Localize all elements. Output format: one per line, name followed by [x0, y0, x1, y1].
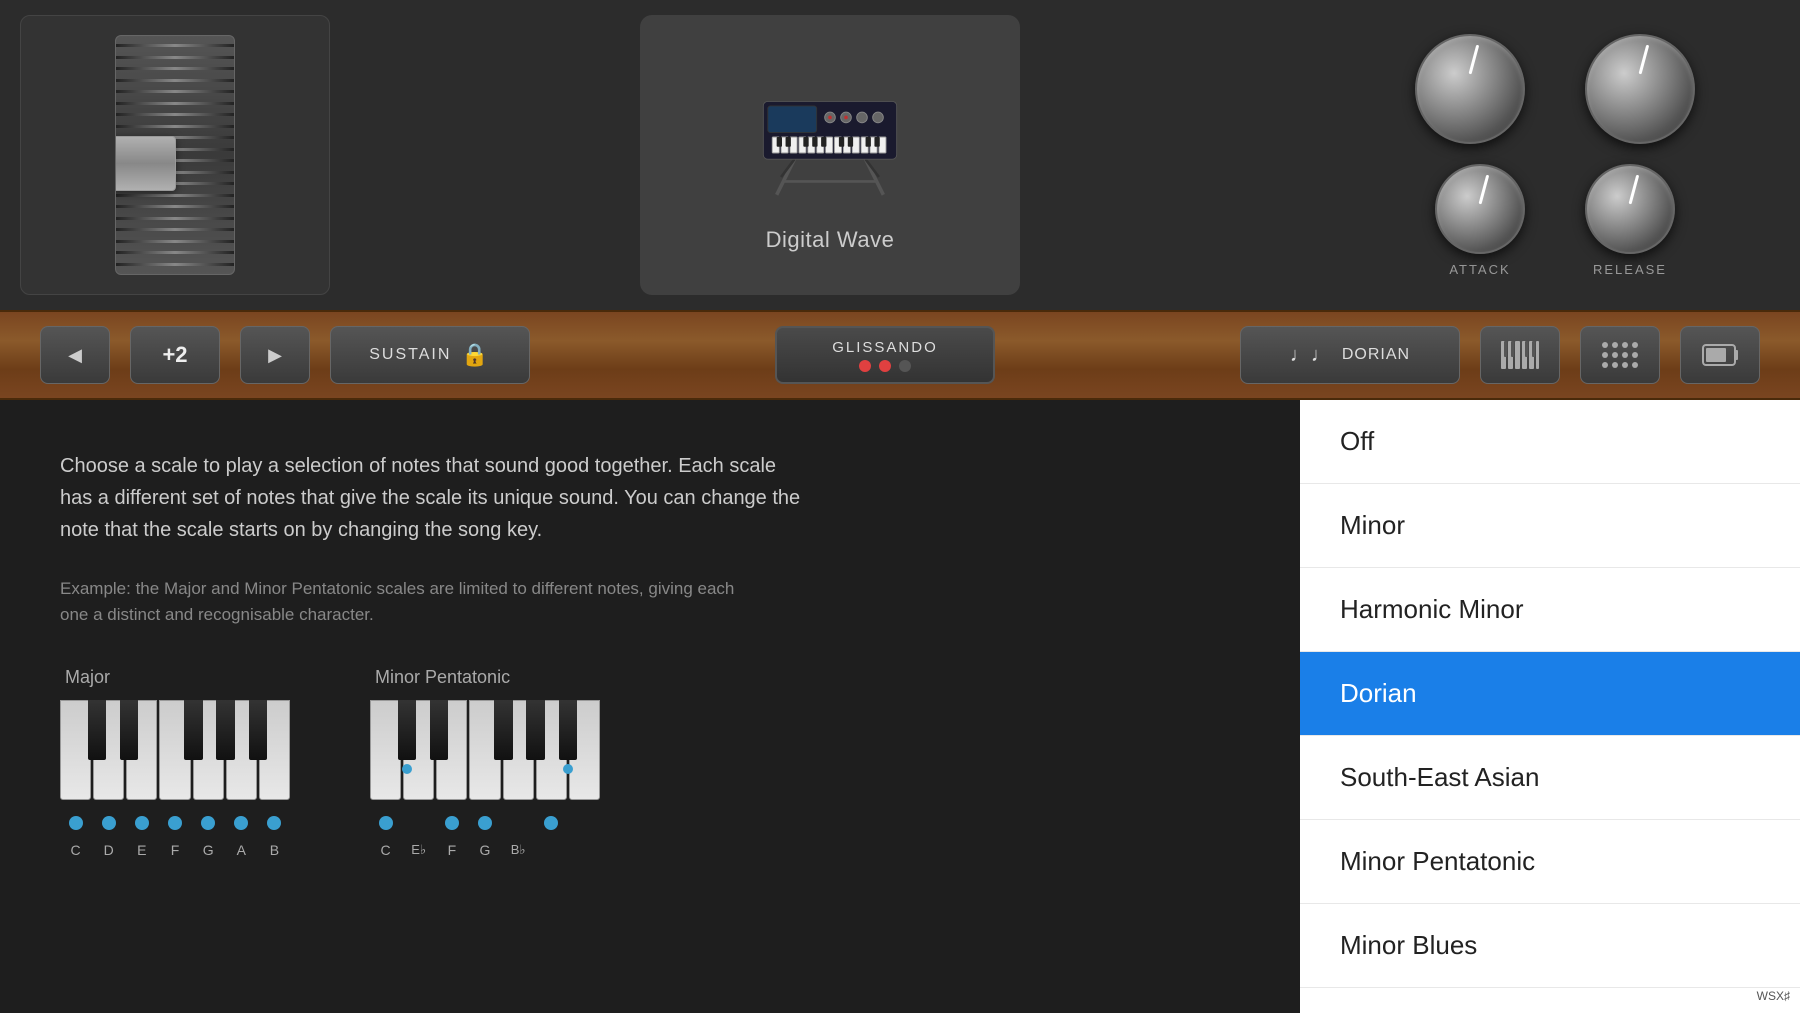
example-text: Example: the Major and Minor Pentatonic …: [60, 576, 760, 627]
attack-knob[interactable]: [1415, 34, 1525, 144]
top-section: Digital Wave ATTACK RELEASE: [0, 0, 1800, 310]
watermark: WSX♯: [1757, 989, 1790, 1003]
picker-item-dorian[interactable]: Dorian: [1300, 652, 1800, 736]
major-dots: [60, 816, 290, 830]
dot-red-2: [879, 360, 891, 372]
release-knob[interactable]: [1585, 34, 1695, 144]
dot-dark: [899, 360, 911, 372]
left-slider-area: [20, 15, 330, 295]
piano-grid-icon: [1500, 340, 1540, 370]
music-icon: ♩♩: [1290, 344, 1332, 367]
major-label: Major: [65, 667, 110, 688]
wood-toolbar: ◀ +2 ▶ SUSTAIN 🔒 GLISSANDO ♩♩ DORIAN: [0, 310, 1800, 400]
piano-grid-button[interactable]: [1480, 326, 1560, 384]
step-button[interactable]: +2: [130, 326, 220, 384]
battery-icon: [1702, 340, 1738, 370]
minor-pentatonic-piano: [370, 700, 600, 800]
glissando-label: GLISSANDO: [832, 339, 938, 356]
lock-icon: 🔒: [461, 342, 490, 368]
major-piano: [60, 700, 290, 800]
scale-button[interactable]: ♩♩ DORIAN: [1240, 326, 1460, 384]
minor-pentatonic-dots: [370, 816, 600, 830]
picker-item-harmonic-minor[interactable]: Harmonic Minor: [1300, 568, 1800, 652]
picker-item-minor-pentatonic[interactable]: Minor Pentatonic: [1300, 820, 1800, 904]
attack-knob2-container: ATTACK: [1435, 164, 1525, 277]
release-label: RELEASE: [1593, 262, 1667, 277]
release-knob-container: [1585, 34, 1695, 144]
picker-item-minor-blues[interactable]: Minor Blues: [1300, 904, 1800, 988]
minor-pentatonic-note-labels: C E♭ F G B♭: [370, 842, 600, 858]
picker-item-south-east-asian[interactable]: South-East Asian: [1300, 736, 1800, 820]
dot-red-1: [859, 360, 871, 372]
picker-item-japanese[interactable]: Japanese: [1300, 988, 1800, 1013]
instrument-display: Digital Wave: [640, 15, 1020, 295]
bottom-section: Choose a scale to play a selection of no…: [0, 400, 1800, 1013]
picker-item-off[interactable]: Off: [1300, 400, 1800, 484]
major-diagram: Major: [60, 667, 290, 858]
prev-button[interactable]: ◀: [40, 326, 110, 384]
scale-label: DORIAN: [1342, 346, 1410, 364]
glissando-dots: [859, 360, 911, 372]
pitch-slider[interactable]: [115, 35, 235, 275]
instrument-image: [750, 57, 910, 217]
scale-picker[interactable]: Off Minor Harmonic Minor Dorian South-Ea…: [1300, 400, 1800, 1013]
sustain-label: SUSTAIN: [369, 346, 451, 364]
attack-label: ATTACK: [1449, 262, 1510, 277]
instrument-name: Digital Wave: [766, 227, 895, 253]
attack-knob2[interactable]: [1435, 164, 1525, 254]
release-knob2[interactable]: [1585, 164, 1675, 254]
description-text: Choose a scale to play a selection of no…: [60, 450, 810, 546]
dots-pattern-button[interactable]: [1580, 326, 1660, 384]
minor-pentatonic-label: Minor Pentatonic: [375, 667, 510, 688]
minor-pentatonic-diagram: Minor Pentatonic: [370, 667, 600, 858]
release-knob2-container: RELEASE: [1585, 164, 1675, 277]
settings-button[interactable]: [1680, 326, 1760, 384]
next-icon: ▶: [268, 345, 282, 366]
step-label: +2: [162, 342, 187, 368]
glissando-button[interactable]: GLISSANDO: [775, 326, 995, 384]
right-knobs-area: ATTACK RELEASE: [1330, 15, 1780, 295]
major-note-labels: C D E F G A B: [60, 842, 290, 858]
prev-icon: ◀: [68, 345, 82, 366]
next-button[interactable]: ▶: [240, 326, 310, 384]
keyboard-svg: [750, 67, 910, 207]
attack-knob-container: [1415, 34, 1525, 144]
sustain-button[interactable]: SUSTAIN 🔒: [330, 326, 530, 384]
picker-item-minor[interactable]: Minor: [1300, 484, 1800, 568]
dots-pattern-icon: [1600, 340, 1640, 370]
